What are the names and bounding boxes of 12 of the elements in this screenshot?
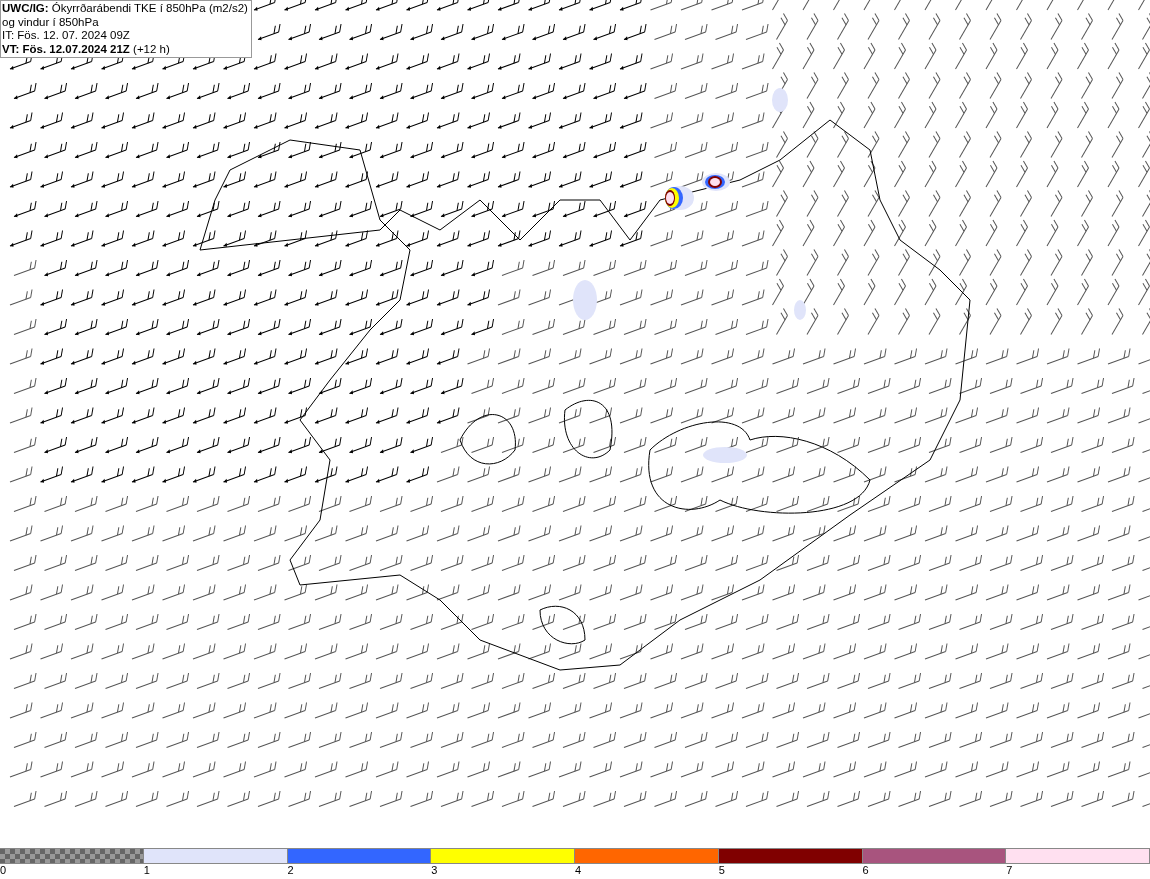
colorbar-tick-label: 2 [287, 864, 295, 877]
colorbar-tick-label: 5 [718, 864, 726, 877]
header-text: og vindur í 850hPa [2, 15, 100, 29]
colorbar-tick-label: 4 [575, 864, 583, 877]
header-text: UWC/IG: Ókyrrðarábendi TKE í 850hPa (m2/s2) [2, 2, 248, 16]
colorbar-tick-label: 1 [143, 864, 151, 877]
colorbar-tick-label: 7 [1006, 864, 1014, 877]
header-text: IT: Fös. 12. 07. 2024 09Z [2, 29, 131, 43]
colorbar-tick-label: 3 [431, 864, 439, 877]
header-text: VT: Fös. 12.07.2024 21Z (+12 h) [2, 42, 171, 56]
colorbar-tick-label: 6 [862, 864, 870, 877]
colorbar-tick-label: 0 [0, 864, 8, 877]
